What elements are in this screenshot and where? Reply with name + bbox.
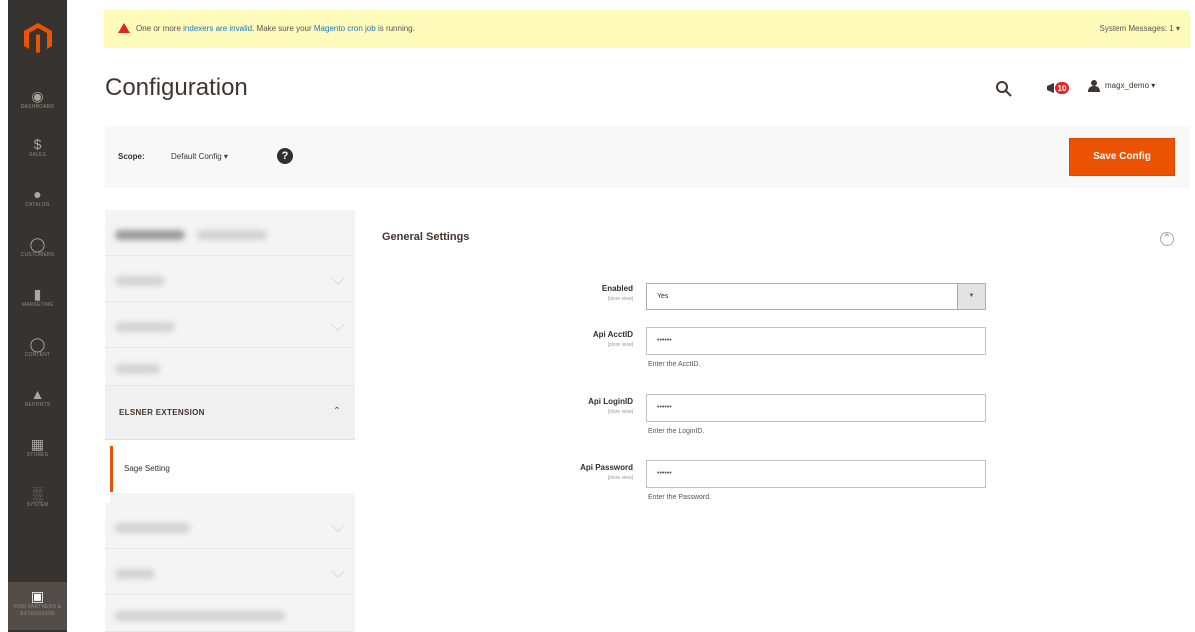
chevron-down-icon xyxy=(330,563,346,579)
scope-hint: [store view] xyxy=(607,296,633,302)
system-messages-toggle[interactable]: System Messages: 1 ▾ xyxy=(1100,10,1181,48)
nav-item-system[interactable]: ░ System xyxy=(8,480,67,528)
page-title: Configuration xyxy=(105,74,248,101)
magento-logo[interactable] xyxy=(23,22,53,54)
nav-item-partners[interactable]: ▣ Find Partners & Extensions xyxy=(8,582,67,630)
field-label-api-acctid: Api AcctID xyxy=(592,330,633,339)
chevron-up-icon: ⌃ xyxy=(332,406,341,417)
bar-chart-icon: ▲ xyxy=(30,386,45,402)
divider xyxy=(110,493,355,503)
scope-hint: [store view] xyxy=(607,475,633,481)
api-loginid-input[interactable]: •••••• xyxy=(646,394,986,422)
api-password-input[interactable]: •••••• xyxy=(646,460,986,488)
dashboard-icon: ◉ xyxy=(31,88,44,104)
field-label-api-loginid: Api LoginID xyxy=(588,397,633,406)
cron-job-link[interactable]: Magento cron job xyxy=(314,24,376,33)
nav-item-content[interactable]: ◯ Content xyxy=(8,330,67,378)
notifications-count: 10 xyxy=(1058,84,1067,93)
blurred-label xyxy=(115,230,185,240)
api-acctid-note: Enter the AcctID. xyxy=(648,361,701,368)
enabled-select[interactable]: Yes ▼ xyxy=(646,283,986,310)
api-password-note: Enter the Password. xyxy=(648,494,712,501)
blurred-label xyxy=(115,364,160,374)
box-icon: ● xyxy=(33,186,42,202)
layout-icon: ◯ xyxy=(29,336,46,352)
scope-toolbar: Scope: Default Config ▾ ? Save Config xyxy=(105,126,1190,188)
tab-row-blurred[interactable] xyxy=(105,348,355,386)
system-message-bar: One or more indexers are invalid. Make s… xyxy=(104,10,1190,48)
chevron-down-icon xyxy=(330,270,346,286)
chevron-down-icon xyxy=(330,517,346,533)
user-icon[interactable] xyxy=(1087,79,1101,93)
admin-user-menu[interactable]: magx_demo ▾ xyxy=(1105,81,1155,90)
tab-row-blurred[interactable] xyxy=(105,256,355,302)
nav-item-reports[interactable]: ▲ Reports xyxy=(8,380,67,428)
search-icon[interactable] xyxy=(995,80,1013,98)
blurred-label xyxy=(115,523,190,533)
tab-section-elsner[interactable]: ELSNER EXTENSION ⌃ xyxy=(105,386,355,440)
help-icon[interactable]: ? xyxy=(277,148,293,164)
nav-item-catalog[interactable]: ● Catalog xyxy=(8,180,67,228)
nav-item-customers[interactable]: ◯ Customers xyxy=(8,230,67,278)
nav-item-sales[interactable]: $ Sales xyxy=(8,130,67,178)
tab-row-blurred[interactable] xyxy=(105,595,355,632)
nav-item-marketing[interactable]: ▮ Marketing xyxy=(8,280,67,328)
system-message-text: One or more indexers are invalid. Make s… xyxy=(136,24,415,33)
blurred-label xyxy=(197,230,267,240)
gear-icon: ░ xyxy=(32,486,43,502)
collapse-icon[interactable]: ⌃ xyxy=(1160,232,1174,246)
megaphone-icon: ▮ xyxy=(33,286,42,302)
api-acctid-input[interactable]: •••••• xyxy=(646,327,986,355)
api-loginid-note: Enter the LoginID. xyxy=(648,428,705,435)
scope-label: Scope: xyxy=(118,152,145,161)
section-title-general-settings: General Settings xyxy=(382,231,470,243)
blurred-label xyxy=(115,569,155,579)
field-label-api-password: Api Password xyxy=(580,463,633,472)
scope-hint: [store view] xyxy=(607,342,633,348)
tab-row-blurred[interactable] xyxy=(105,549,355,595)
notifications-icon[interactable]: 10 xyxy=(1045,80,1071,96)
dollar-icon: $ xyxy=(33,136,42,152)
nav-item-stores[interactable]: ▦ Stores xyxy=(8,430,67,478)
tab-row-blurred[interactable] xyxy=(105,210,355,256)
scope-hint: [store view] xyxy=(607,409,633,415)
nav-item-dashboard[interactable]: ◉ Dashboard xyxy=(8,82,67,130)
config-tabs: ELSNER EXTENSION ⌃ Sage Setting xyxy=(105,210,355,632)
tab-row-blurred[interactable] xyxy=(105,302,355,348)
scope-switcher[interactable]: Default Config ▾ xyxy=(171,152,228,161)
save-config-button[interactable]: Save Config xyxy=(1069,138,1175,176)
store-icon: ▦ xyxy=(30,436,45,452)
chevron-down-icon: ▼ xyxy=(957,284,985,309)
app-root: ◉ Dashboard $ Sales ● Catalog ◯ Customer… xyxy=(0,0,1195,632)
field-label-enabled: Enabled xyxy=(601,284,633,293)
admin-sidebar: ◉ Dashboard $ Sales ● Catalog ◯ Customer… xyxy=(8,0,67,632)
puzzle-icon: ▣ xyxy=(30,588,45,604)
chevron-down-icon xyxy=(330,316,346,332)
indexers-link[interactable]: indexers are invalid xyxy=(183,24,252,33)
blurred-label xyxy=(115,276,165,286)
tab-sage-setting[interactable]: Sage Setting xyxy=(110,446,355,492)
blurred-label xyxy=(115,611,285,621)
person-icon: ◯ xyxy=(29,236,46,252)
warning-icon xyxy=(118,23,130,33)
tab-row-blurred[interactable] xyxy=(105,503,355,549)
blurred-label xyxy=(115,322,175,332)
